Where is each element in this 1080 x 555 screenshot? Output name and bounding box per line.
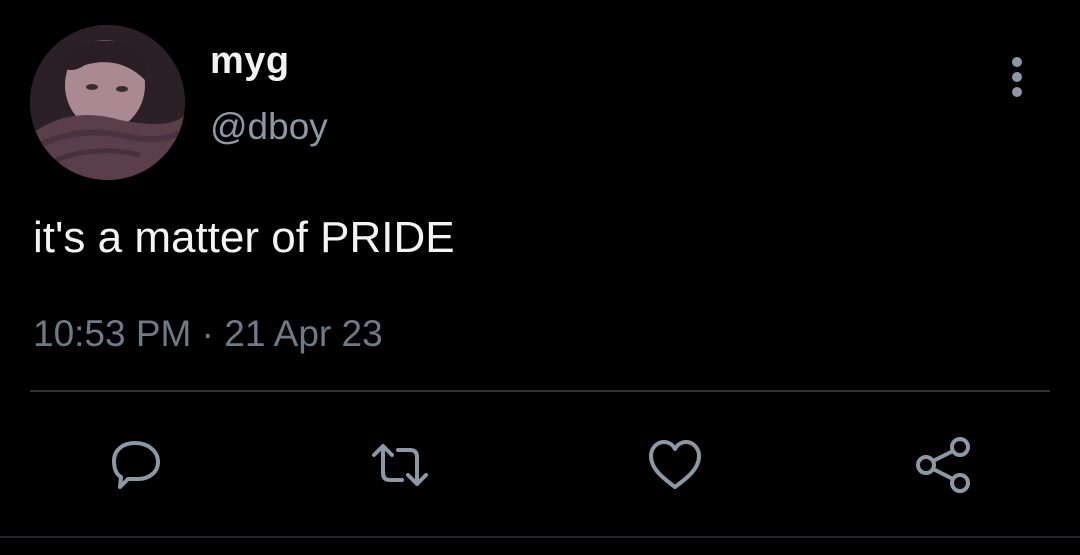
share-icon	[916, 437, 970, 493]
bottom-divider	[0, 536, 1080, 538]
user-handle[interactable]: @dboy	[210, 106, 328, 148]
like-icon	[649, 440, 701, 489]
share-button[interactable]	[912, 433, 976, 497]
reply-icon	[112, 441, 160, 489]
more-options-icon[interactable]	[1000, 55, 1034, 99]
tweet-timestamp[interactable]: 10:53 PM · 21 Apr 23	[33, 313, 383, 355]
avatar-photo	[30, 25, 185, 180]
retweet-icon	[372, 444, 428, 486]
divider	[30, 390, 1050, 392]
reply-button[interactable]	[104, 433, 168, 497]
avatar[interactable]	[30, 25, 185, 180]
retweet-button[interactable]	[368, 433, 432, 497]
like-button[interactable]	[643, 433, 707, 497]
tweet-detail: myg @dboy it's a matter of PRIDE 10:53 P…	[0, 0, 1080, 555]
tweet-text: it's a matter of PRIDE	[33, 213, 455, 262]
display-name[interactable]: myg	[210, 40, 290, 83]
